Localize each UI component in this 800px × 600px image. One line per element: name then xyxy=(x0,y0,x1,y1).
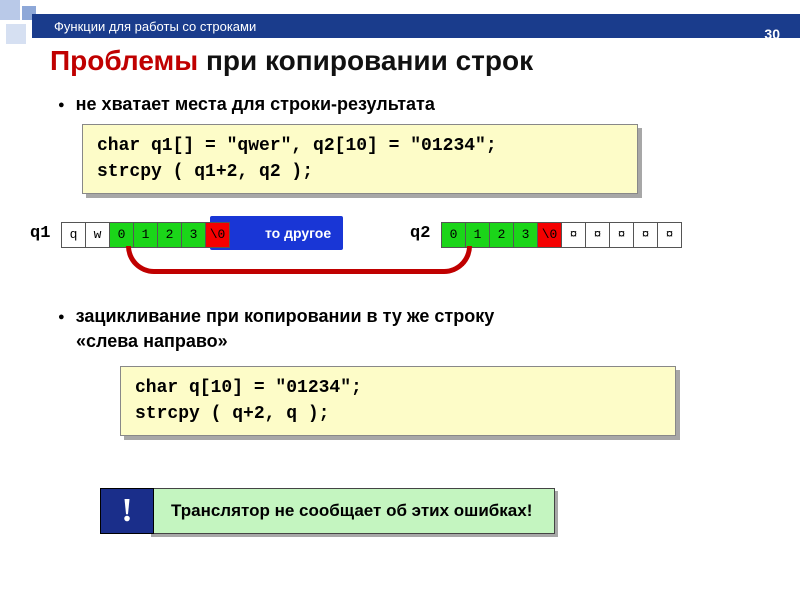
q2-cell-6: ¤ xyxy=(585,222,610,248)
q1-cell-2: 0 xyxy=(109,222,134,248)
code1-line1: char q1[] = "qwer", q2[10] = "01234"; xyxy=(97,133,623,159)
q2-cell-2: 2 xyxy=(489,222,514,248)
q1-label: q1 xyxy=(30,224,50,243)
title-emphasis: Проблемы xyxy=(50,45,198,76)
page-number: 30 xyxy=(764,26,780,42)
q2-cell-8: ¤ xyxy=(633,222,658,248)
code-block-1: char q1[] = "qwer", q2[10] = "01234"; st… xyxy=(82,124,638,194)
q1-cell-1: w xyxy=(85,222,110,248)
q2-cell-9: ¤ xyxy=(657,222,682,248)
memory-diagram: q1 то другое q w 0 1 2 3 \0 q2 0 1 2 3 \… xyxy=(30,216,770,276)
q1-cell-5: 3 xyxy=(181,222,206,248)
bullet-loop: зацикливание при копировании в ту же стр… xyxy=(58,304,494,353)
q2-cell-0: 0 xyxy=(441,222,466,248)
warning-row: ! Транслятор не сообщает об этих ошибках… xyxy=(100,488,555,534)
breadcrumb: Функции для работы со строками 30 xyxy=(32,14,800,38)
q2-label: q2 xyxy=(410,224,430,243)
code1-line2: strcpy ( q1+2, q2 ); xyxy=(97,159,623,185)
q2-cell-3: 3 xyxy=(513,222,538,248)
copy-arc xyxy=(126,246,472,274)
code2-line1: char q[10] = "01234"; xyxy=(135,375,661,401)
q1-cells: q w 0 1 2 3 \0 xyxy=(62,222,230,248)
code-block-2: char q[10] = "01234"; strcpy ( q+2, q ); xyxy=(120,366,676,436)
warning-badge: ! xyxy=(100,488,154,534)
breadcrumb-text: Функции для работы со строками xyxy=(54,19,256,34)
page-title: Проблемы при копировании строк xyxy=(50,45,533,77)
warning-box: Транслятор не сообщает об этих ошибках! xyxy=(148,488,555,534)
q1-cell-4: 2 xyxy=(157,222,182,248)
q2-cells: 0 1 2 3 \0 ¤ ¤ ¤ ¤ ¤ xyxy=(442,222,682,248)
code2-line2: strcpy ( q+2, q ); xyxy=(135,401,661,427)
q1-cell-6: \0 xyxy=(205,222,230,248)
q2-cell-5: ¤ xyxy=(561,222,586,248)
q1-cell-0: q xyxy=(61,222,86,248)
q2-cell-4: \0 xyxy=(537,222,562,248)
q2-cell-1: 1 xyxy=(465,222,490,248)
q2-cell-7: ¤ xyxy=(609,222,634,248)
warning-text: Транслятор не сообщает об этих ошибках! xyxy=(171,501,532,521)
title-rest: при копировании строк xyxy=(198,45,533,76)
q1-cell-3: 1 xyxy=(133,222,158,248)
bullet-overflow: не хватает места для строки-результата xyxy=(58,94,435,115)
